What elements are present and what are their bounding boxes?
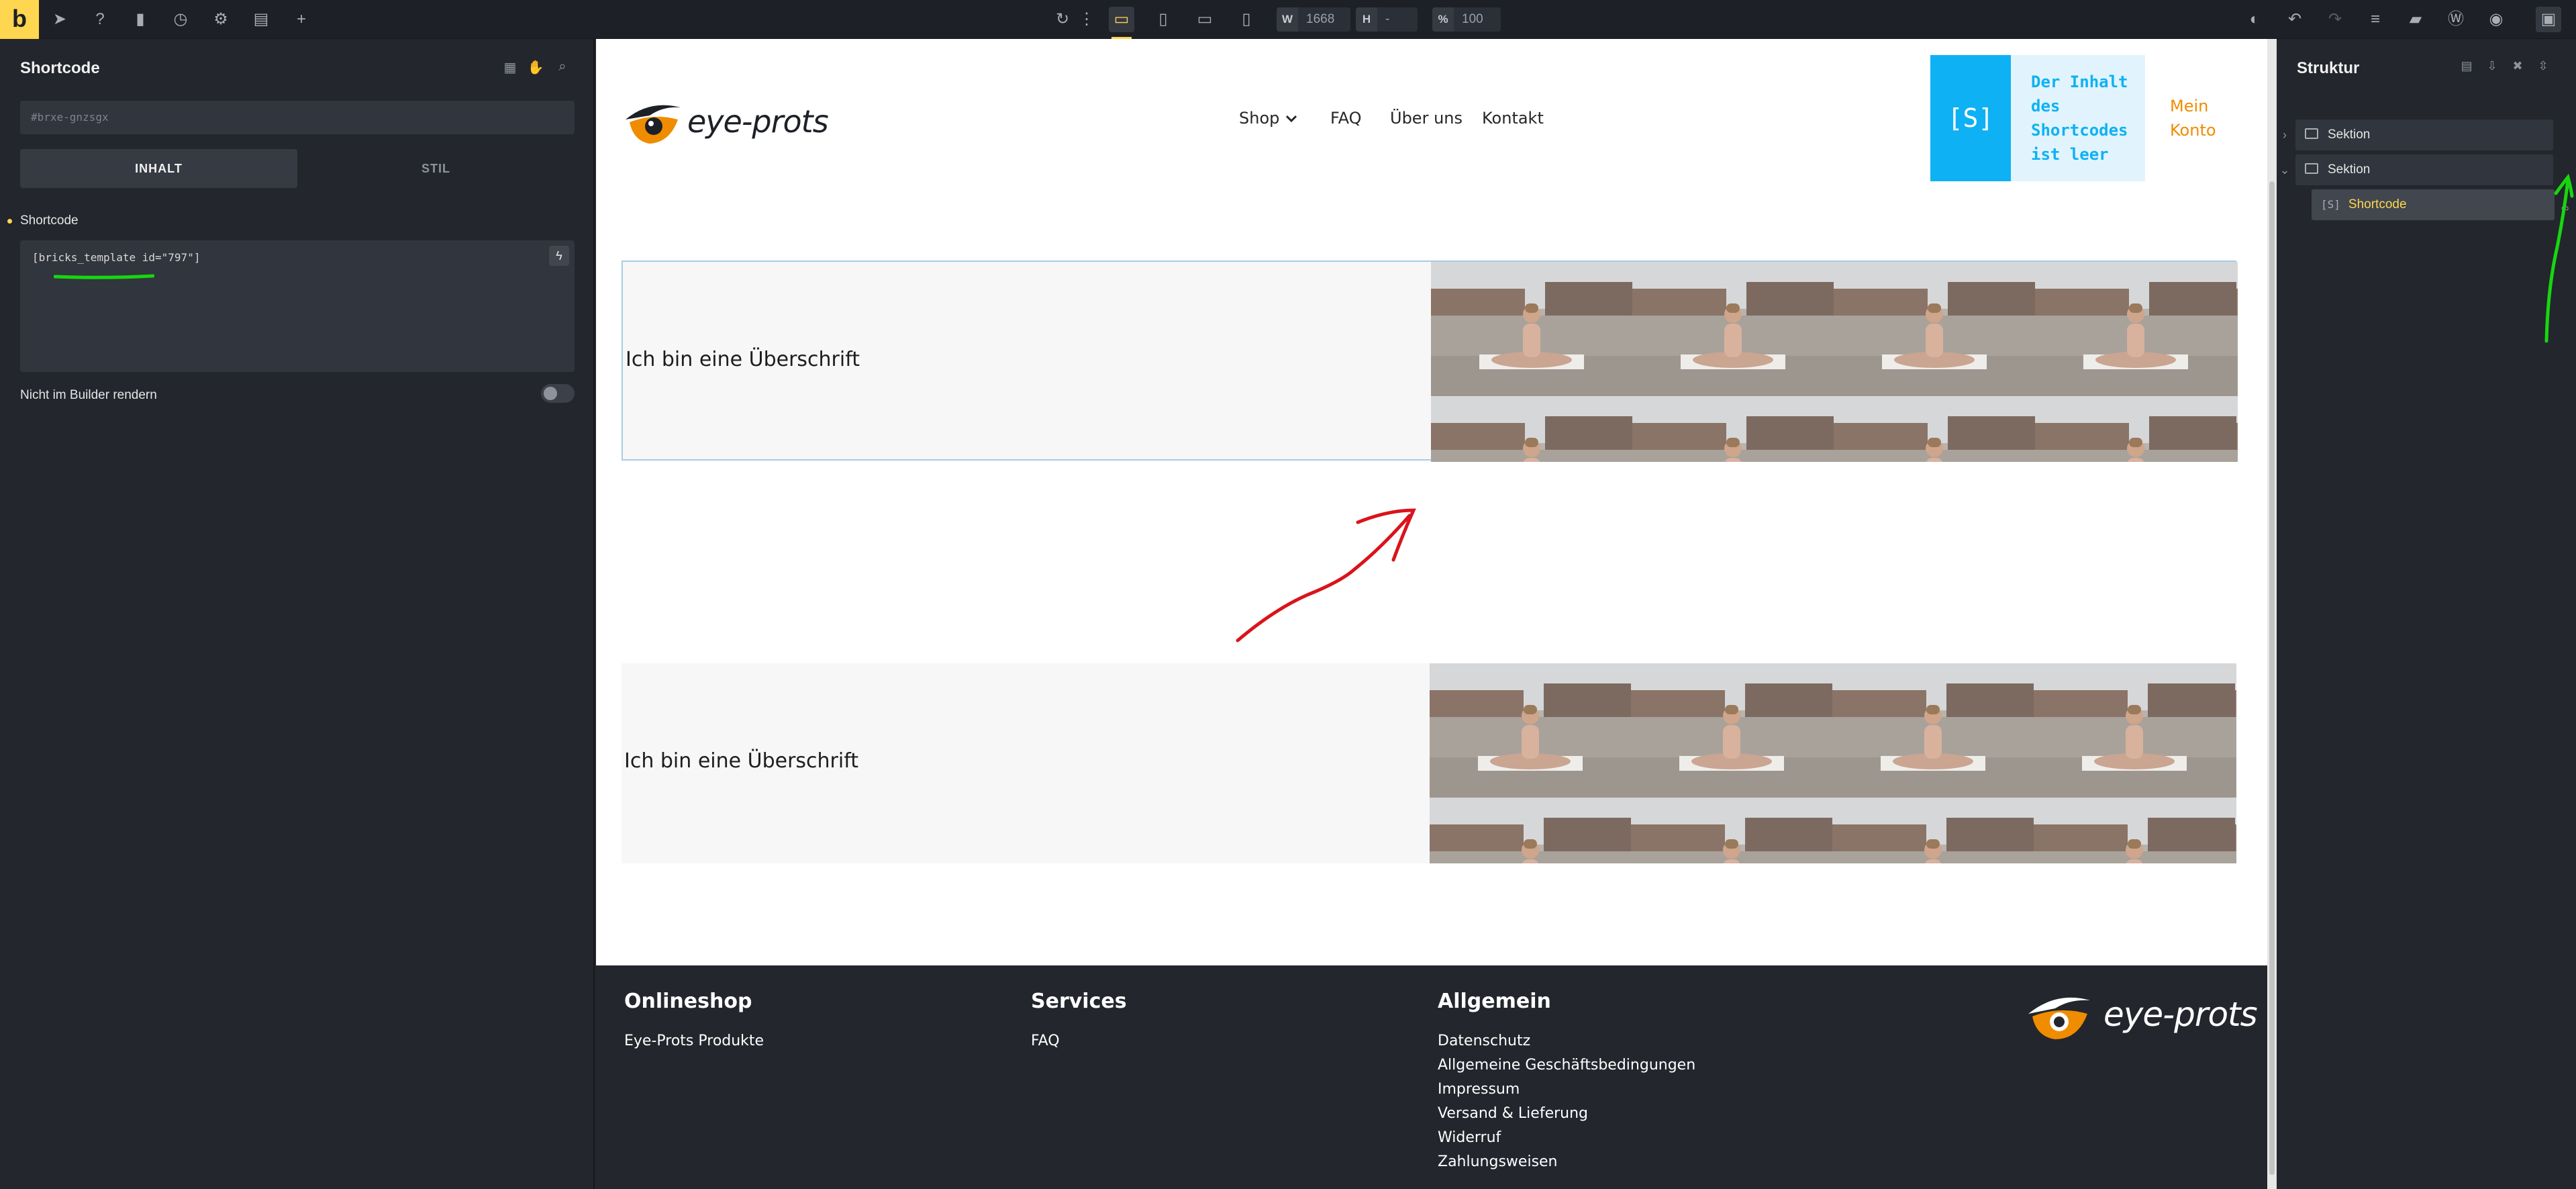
zoom-value: 100 <box>1462 12 1483 26</box>
green-underline-annotation <box>54 274 154 279</box>
structure-panel-icon[interactable]: ≡ <box>2363 7 2388 32</box>
nav-about[interactable]: Über uns <box>1390 109 1463 128</box>
footer-link[interactable]: Widerruf <box>1438 1129 1501 1146</box>
hero-image[interactable] <box>1430 663 2236 863</box>
chevron-down-icon[interactable] <box>1284 111 1299 126</box>
template-icon[interactable]: ▤ <box>248 7 274 32</box>
device-tablet-portrait-icon[interactable]: ▯ <box>1150 7 1176 32</box>
element-class-icon[interactable]: ▦ <box>501 59 519 78</box>
zoom-label: % <box>1432 7 1454 32</box>
tree-item-section-1[interactable]: › Sektion <box>2283 120 2553 150</box>
more-options-icon[interactable]: ⋮ <box>1074 7 1099 32</box>
shortcode-icon: [S] <box>2321 198 2340 211</box>
shortcode-icon: [S] <box>1930 55 2011 181</box>
device-mobile-portrait-icon[interactable]: ▯ <box>1234 7 1259 32</box>
pseudo-state-icon[interactable]: ✋ <box>526 59 545 78</box>
site-footer: Onlineshop Eye-Prots Produkte Services F… <box>596 965 2267 1189</box>
pages-icon[interactable]: ▮ <box>128 7 153 32</box>
shortcode-textarea[interactable]: [bricks_template id="797"] <box>20 240 575 372</box>
nav-faq[interactable]: FAQ <box>1330 109 1362 128</box>
width-label: W <box>1277 7 1298 32</box>
render-in-builder-label: Nicht im Builder rendern <box>20 388 157 402</box>
footer-link[interactable]: Zahlungsweisen <box>1438 1153 1558 1170</box>
shortcode-empty-placeholder[interactable]: [S] Der Inhalt des Shortcodes ist leer <box>1930 55 2145 181</box>
footer-logo-text: eye-prots <box>2103 995 2258 1034</box>
nav-contact[interactable]: Kontakt <box>1482 109 1544 128</box>
history-icon[interactable]: ◷ <box>168 7 193 32</box>
save-icon[interactable]: ▣ <box>2536 7 2561 32</box>
section-heading[interactable]: Ich bin eine Überschrift <box>626 348 860 371</box>
preview-eye-icon[interactable]: ◉ <box>2483 7 2509 32</box>
footer-link[interactable]: Eye-Prots Produkte <box>624 1033 764 1049</box>
green-arrow-annotation <box>2544 173 2574 343</box>
canvas-width-field[interactable]: W 1668 <box>1277 7 1350 32</box>
undo-icon[interactable]: ↶ <box>2282 7 2308 32</box>
tree-item-shortcode[interactable]: [S] Shortcode <box>2312 189 2555 220</box>
builder-canvas: eye-prots Shop FAQ Über uns Kontakt [S] … <box>596 39 2267 1189</box>
footer-link[interactable]: Impressum <box>1438 1081 1520 1098</box>
structure-panel: Struktur ▤ ⇩ ✖ ⇳ › Sektion ⌄ Sektion ∞ [… <box>2277 39 2576 1189</box>
section-heading[interactable]: Ich bin eine Überschrift <box>624 749 858 773</box>
redo-icon[interactable]: ↷ <box>2322 7 2348 32</box>
width-value: 1668 <box>1306 12 1335 26</box>
footer-link[interactable]: FAQ <box>1031 1033 1060 1049</box>
settings-gear-icon[interactable]: ⚙ <box>208 7 234 32</box>
hero-image[interactable] <box>1431 262 2238 462</box>
footer-heading-services: Services <box>1031 990 1127 1013</box>
canvas-scrollbar-thumb[interactable] <box>2269 181 2275 1175</box>
color-theme-icon[interactable]: ◐ <box>2242 7 2267 32</box>
tree-item-label: Shortcode <box>2348 197 2407 211</box>
device-mobile-landscape-icon[interactable]: ▭ <box>1192 7 1218 32</box>
help-icon[interactable]: ? <box>87 7 113 32</box>
section-icon <box>2305 162 2318 174</box>
nav-shop[interactable]: Shop <box>1239 109 1279 128</box>
shortcode-label: Shortcode <box>20 213 79 228</box>
import-icon[interactable]: ⇩ <box>2483 59 2501 77</box>
hero-section-1[interactable]: Ich bin eine Überschrift <box>622 260 2238 462</box>
canvas-zoom-field[interactable]: % 100 <box>1432 7 1501 32</box>
modified-indicator-dot <box>7 219 12 224</box>
clipboard-icon[interactable]: ▤ <box>2458 59 2475 77</box>
footer-heading-allgemein: Allgemein <box>1438 990 1551 1013</box>
tab-content[interactable]: INHALT <box>20 149 297 188</box>
add-element-icon[interactable]: + <box>289 7 314 32</box>
tree-item-section-2[interactable]: ⌄ Sektion <box>2279 154 2553 185</box>
device-desktop-icon[interactable]: ▭ <box>1109 7 1134 39</box>
footer-link[interactable]: Allgemeine Geschäftsbedingungen <box>1438 1057 1695 1074</box>
css-id-field[interactable]: #brxe-gnzsgx <box>20 101 575 134</box>
pointer-icon[interactable]: ➤ <box>47 7 72 32</box>
render-in-builder-toggle[interactable] <box>541 384 575 403</box>
collapse-icon[interactable]: ⇳ <box>2534 59 2552 77</box>
tree-item-label: Sektion <box>2328 128 2371 142</box>
element-settings-panel: Shortcode ▦ ✋ ⌕ #brxe-gnzsgx INHALT STIL… <box>0 39 595 1189</box>
wordpress-icon[interactable]: Ⓦ <box>2443 7 2469 32</box>
search-icon[interactable]: ⌕ <box>553 59 572 78</box>
section-icon <box>2305 128 2318 139</box>
chevron-right-icon[interactable]: › <box>2278 120 2291 150</box>
bricks-logo[interactable]: b <box>0 0 39 39</box>
hero-section-2[interactable]: Ich bin eine Überschrift <box>622 663 2236 863</box>
footer-link[interactable]: Datenschutz <box>1438 1033 1530 1049</box>
builder-toolbar: b ➤ ? ▮ ◷ ⚙ ▤ + ↻ ⋮ ▭ ▯ ▭ ▯ W 1668 H- % 10… <box>0 0 2576 39</box>
tab-style[interactable]: STIL <box>297 149 575 188</box>
dynamic-data-bolt-icon[interactable]: ϟ <box>549 246 569 266</box>
panel-title: Struktur <box>2297 59 2360 77</box>
panel-title: Shortcode <box>20 59 100 77</box>
height-value: - <box>1385 12 1390 26</box>
chevron-down-icon[interactable]: ⌄ <box>2278 154 2291 185</box>
canvas-height-field[interactable]: H- <box>1356 7 1418 32</box>
account-link[interactable]: Mein Konto <box>2170 94 2224 142</box>
delete-icon[interactable]: ✖ <box>2509 59 2526 77</box>
site-logo-text: eye-prots <box>687 103 829 140</box>
tree-item-label: Sektion <box>2328 162 2371 177</box>
red-arrow-annotation <box>1236 508 1416 643</box>
folder-icon[interactable]: ▰ <box>2403 7 2428 32</box>
shortcode-empty-message: Der Inhalt des Shortcodes ist leer <box>2031 73 2128 164</box>
refresh-icon[interactable]: ↻ <box>1050 7 1075 32</box>
height-label: H <box>1356 7 1377 32</box>
footer-heading-onlineshop: Onlineshop <box>624 990 752 1013</box>
footer-link[interactable]: Versand & Lieferung <box>1438 1105 1588 1122</box>
